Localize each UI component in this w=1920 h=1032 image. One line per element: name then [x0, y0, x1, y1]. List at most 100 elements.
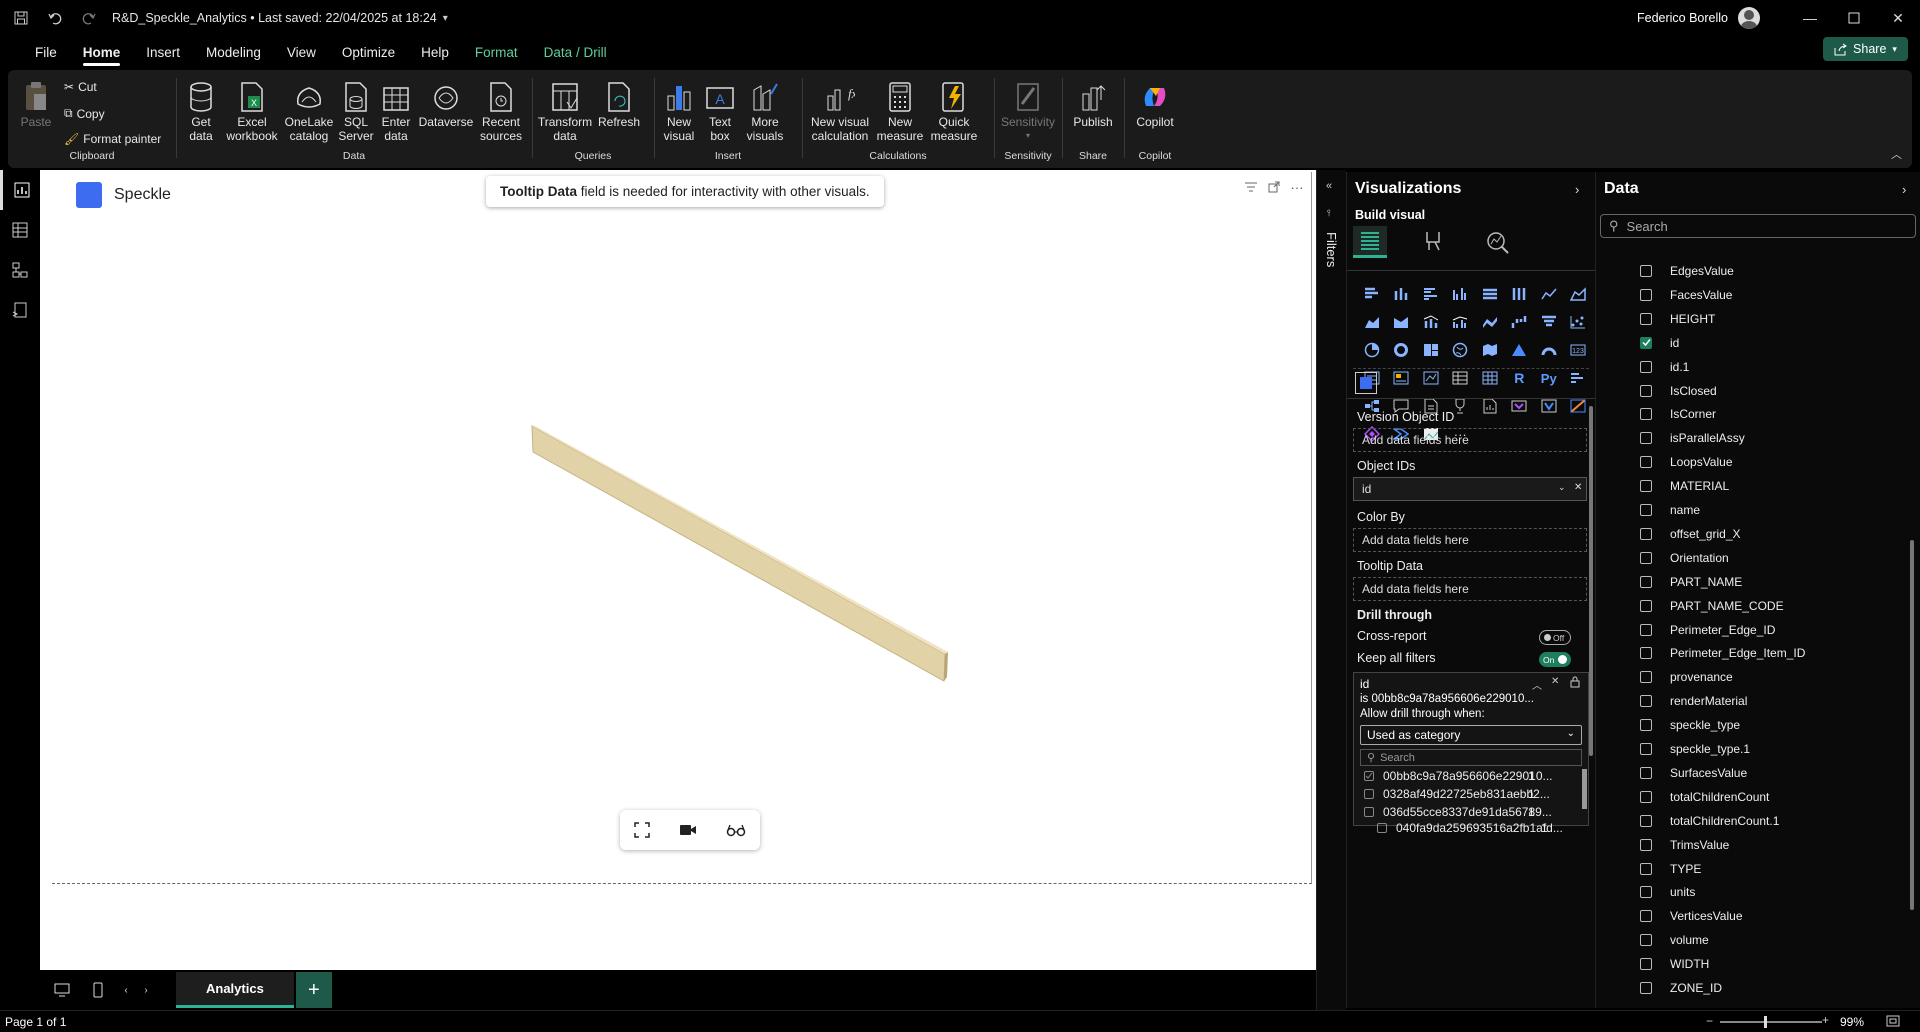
speckle-visual[interactable]: Speckle Tooltip Data field is needed for…: [52, 172, 1312, 884]
onelake-catalog-button[interactable]: OneLake catalog: [282, 78, 336, 143]
field-item[interactable]: SurfacesValue: [1640, 762, 1747, 784]
close-icon[interactable]: ✕: [1876, 0, 1920, 36]
dataverse-button[interactable]: Dataverse: [418, 78, 474, 129]
report-view-icon[interactable]: [0, 170, 40, 210]
checkbox[interactable]: [1640, 408, 1652, 421]
100-stacked-area-icon[interactable]: [1387, 308, 1417, 336]
checkbox[interactable]: [1640, 743, 1652, 755]
checkbox[interactable]: [1640, 982, 1652, 994]
power-automate-icon[interactable]: [1534, 392, 1564, 420]
checkbox[interactable]: [1640, 480, 1652, 493]
checkbox[interactable]: [1640, 790, 1652, 803]
checkbox[interactable]: [1364, 771, 1374, 781]
field-item[interactable]: speckle_type: [1640, 714, 1740, 736]
page-tab-analytics[interactable]: Analytics: [176, 972, 294, 1008]
build-visual-tab[interactable]: [1353, 226, 1387, 258]
collapse-card-icon[interactable]: ︿: [1532, 677, 1542, 692]
field-item[interactable]: offset_grid_X: [1640, 523, 1741, 545]
waterfall-chart-icon[interactable]: [1505, 308, 1535, 336]
field-item[interactable]: totalChildrenCount.1: [1640, 810, 1779, 832]
field-item[interactable]: name: [1640, 499, 1700, 521]
menu-home[interactable]: Home: [70, 36, 134, 68]
version-object-id-well[interactable]: Add data fields here: [1353, 428, 1587, 452]
field-item[interactable]: provenance: [1640, 666, 1733, 688]
power-apps-icon[interactable]: [1505, 392, 1535, 420]
line-clustered-column-icon[interactable]: [1446, 308, 1476, 336]
field-item[interactable]: HEIGHT: [1640, 308, 1715, 330]
filled-map-icon[interactable]: [1475, 336, 1505, 364]
data-search-input[interactable]: ⚲ Search: [1600, 214, 1916, 238]
checkbox[interactable]: [1640, 934, 1652, 947]
text-box-button[interactable]: A Text box: [702, 78, 738, 143]
field-item[interactable]: VerticesValue: [1640, 905, 1743, 927]
field-item[interactable]: totalChildrenCount: [1640, 786, 1769, 808]
field-item[interactable]: speckle_type.1: [1640, 738, 1750, 760]
3d-viewer[interactable]: [52, 172, 1312, 884]
minimize-icon[interactable]: —: [1788, 0, 1832, 36]
publish-button[interactable]: Publish: [1066, 78, 1120, 129]
remove-field-icon[interactable]: ✕: [1574, 482, 1582, 493]
next-page-icon[interactable]: ›: [136, 975, 156, 1005]
ribbon-chart-icon[interactable]: [1475, 308, 1505, 336]
scatter-chart-icon[interactable]: [1564, 308, 1594, 336]
share-button[interactable]: Share ▾: [1823, 37, 1908, 61]
camera-icon[interactable]: [679, 823, 697, 837]
transform-data-button[interactable]: Transform data: [536, 78, 594, 143]
collapse-ribbon-icon[interactable]: ︿: [1891, 146, 1902, 162]
drill-mode-dropdown[interactable]: Used as category ⌄: [1360, 725, 1582, 745]
zoom-slider[interactable]: [1720, 1016, 1822, 1028]
menu-help[interactable]: Help: [408, 36, 462, 68]
recent-sources-button[interactable]: Recent sources: [476, 78, 526, 143]
checkbox[interactable]: [1640, 265, 1652, 277]
field-item[interactable]: id.1: [1640, 356, 1689, 378]
enter-data-button[interactable]: Enter data: [376, 78, 416, 143]
save-icon[interactable]: [8, 5, 34, 31]
checkbox[interactable]: [1640, 456, 1652, 469]
data-pane-scrollbar[interactable]: [1910, 540, 1914, 910]
clear-filter-icon[interactable]: ✕: [1551, 676, 1559, 687]
table-view-icon[interactable]: [0, 210, 40, 250]
stacked-area-chart-icon[interactable]: [1357, 308, 1387, 336]
checkbox[interactable]: [1640, 336, 1652, 349]
checkbox[interactable]: [1640, 527, 1652, 540]
checkbox[interactable]: [1640, 838, 1652, 851]
color-by-well[interactable]: Add data fields here: [1353, 528, 1587, 552]
checkbox[interactable]: [1364, 807, 1374, 817]
mobile-layout-icon[interactable]: [80, 975, 116, 1005]
zoom-in-icon[interactable]: +: [1822, 1013, 1829, 1027]
filters-pane-collapsed[interactable]: « ⫯ Filters: [1316, 170, 1346, 1010]
checkbox[interactable]: [1640, 719, 1652, 732]
field-item[interactable]: volume: [1640, 929, 1709, 951]
checkbox[interactable]: [1640, 360, 1652, 373]
filter-list-scrollbar[interactable]: [1582, 769, 1587, 809]
menu-modeling[interactable]: Modeling: [193, 36, 274, 68]
get-data-button[interactable]: Get data: [180, 78, 222, 143]
field-item[interactable]: Perimeter_Edge_ID: [1640, 619, 1775, 641]
checkbox[interactable]: [1640, 886, 1652, 899]
field-item[interactable]: PART_NAME: [1640, 571, 1742, 593]
file-title[interactable]: R&D_Speckle_Analytics • Last saved: 22/0…: [112, 11, 437, 25]
format-painter-button[interactable]: 🖌 Format painter: [64, 132, 161, 146]
line-stacked-column-icon[interactable]: [1416, 308, 1446, 336]
field-item[interactable]: Perimeter_Edge_Item_ID: [1640, 642, 1805, 664]
analytics-tab[interactable]: [1485, 230, 1511, 254]
desktop-layout-icon[interactable]: [44, 975, 80, 1005]
filter-value-row[interactable]: 0328af49d22725eb831aebb2... 1: [1364, 785, 1550, 803]
object-ids-well[interactable]: id ⌄ ✕: [1353, 477, 1587, 501]
field-item[interactable]: isParallelAssy: [1640, 427, 1745, 449]
line-chart-icon[interactable]: [1534, 280, 1564, 308]
new-measure-button[interactable]: New measure: [876, 78, 924, 143]
donut-chart-icon[interactable]: [1387, 336, 1417, 364]
treemap-icon[interactable]: [1416, 336, 1446, 364]
checkbox[interactable]: [1640, 384, 1652, 397]
filter-value-row[interactable]: 00bb8c9a78a956606e229010... 1: [1364, 767, 1553, 785]
menu-insert[interactable]: Insert: [133, 36, 193, 68]
gauge-icon[interactable]: [1534, 336, 1564, 364]
checkbox[interactable]: [1640, 647, 1652, 660]
more-visuals-button[interactable]: More visuals: [740, 78, 790, 143]
field-item[interactable]: renderMaterial: [1640, 690, 1747, 712]
undo-icon[interactable]: [42, 5, 68, 31]
field-item[interactable]: TYPE: [1640, 858, 1701, 880]
pie-chart-icon[interactable]: [1357, 336, 1387, 364]
user-account[interactable]: Federico Borello: [1637, 0, 1760, 36]
